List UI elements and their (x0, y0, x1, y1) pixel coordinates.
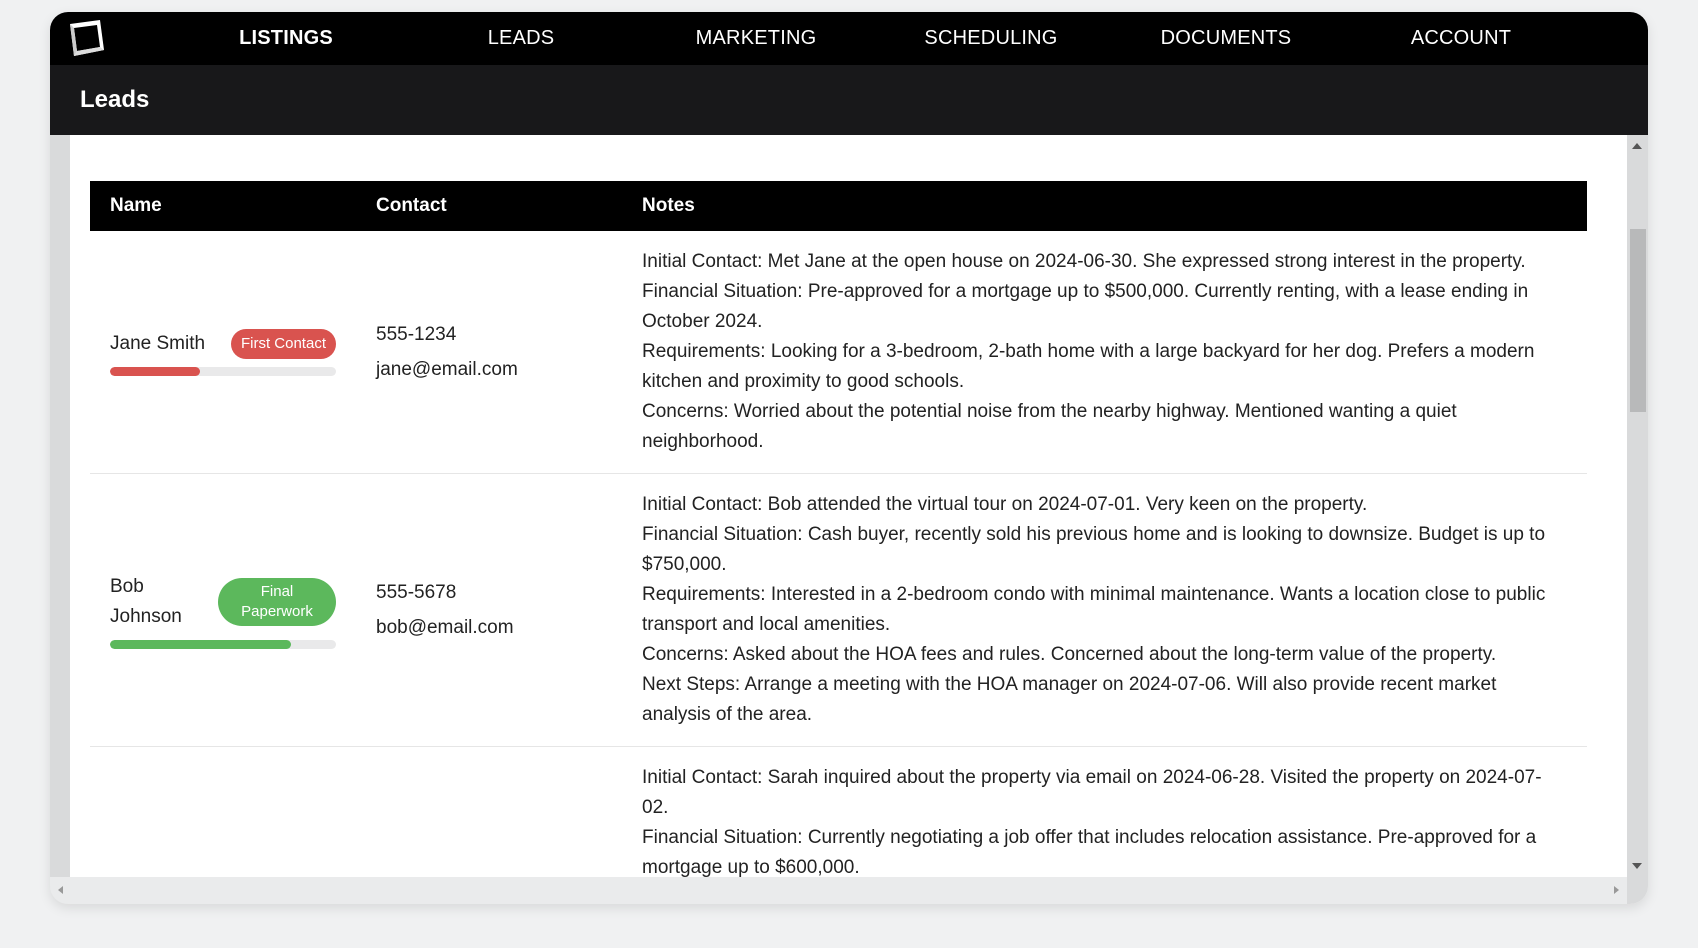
table-row[interactable]: Bob Johnson Final Paperwork 555-5678 bob… (90, 473, 1587, 747)
leads-scroll-viewport[interactable]: Name Contact Notes Jane Smith First Cont… (70, 135, 1627, 877)
lead-notes-cell: Initial Contact: Met Jane at the open ho… (622, 231, 1587, 474)
lead-contact-cell: 555-1234 jane@email.com (356, 231, 622, 474)
note-line: Initial Contact: Met Jane at the open ho… (642, 251, 1526, 272)
note-line: Requirements: Interested in a 2-bedroom … (642, 584, 1546, 635)
note-line: Financial Situation: Currently negotiati… (642, 827, 1537, 877)
lead-name-cell: Jane Smith First Contact (90, 231, 356, 474)
top-navigation: LISTINGS LEADS MARKETING SCHEDULING DOCU… (50, 12, 1648, 65)
lead-contact-cell: 555-5678 bob@email.com (356, 473, 622, 747)
nav-scheduling[interactable]: SCHEDULING (924, 12, 1057, 65)
status-badge: First Contact (230, 328, 336, 359)
lead-name[interactable]: Bob Johnson (110, 572, 190, 632)
vertical-scroll-thumb[interactable] (1630, 229, 1646, 412)
column-header-notes[interactable]: Notes (622, 181, 1587, 231)
scroll-up-icon[interactable] (1632, 143, 1642, 149)
horizontal-scrollbar[interactable] (50, 877, 1627, 904)
note-line: Concerns: Asked about the HOA fees and r… (642, 644, 1497, 665)
leads-table: Name Contact Notes Jane Smith First Cont… (90, 181, 1587, 877)
app-window: LISTINGS LEADS MARKETING SCHEDULING DOCU… (50, 12, 1648, 904)
lead-name[interactable]: Jane Smith (110, 329, 205, 359)
lead-email[interactable]: jane@email.com (376, 352, 602, 387)
status-badge: Final Paperwork (218, 577, 336, 626)
nav-account[interactable]: ACCOUNT (1411, 12, 1511, 65)
nav-documents[interactable]: DOCUMENTS (1161, 12, 1292, 65)
nav-listings[interactable]: LISTINGS (239, 12, 333, 65)
scroll-left-icon[interactable] (58, 886, 63, 894)
lead-progress-fill (110, 366, 201, 376)
column-header-contact[interactable]: Contact (356, 181, 622, 231)
lead-progress-bar (110, 366, 336, 376)
nav-leads[interactable]: LEADS (488, 12, 555, 65)
page-title: Leads (80, 86, 150, 113)
lead-progress-bar (110, 639, 336, 649)
note-line: Initial Contact: Sarah inquired about th… (642, 767, 1542, 818)
note-line: Financial Situation: Pre-approved for a … (642, 281, 1529, 332)
note-line: Financial Situation: Cash buyer, recentl… (642, 524, 1546, 575)
note-line: Concerns: Worried about the potential no… (642, 401, 1457, 452)
table-row[interactable]: Initial Contact: Sarah inquired about th… (90, 746, 1587, 877)
lead-phone[interactable]: 555-1234 (376, 317, 602, 352)
lead-contact-cell (356, 746, 622, 877)
vertical-scrollbar[interactable] (1627, 135, 1648, 877)
note-line: Initial Contact: Bob attended the virtua… (642, 494, 1368, 515)
note-line: Next Steps: Arrange a meeting with the H… (642, 674, 1497, 725)
table-row[interactable]: Jane Smith First Contact 555-1234 jane@e… (90, 231, 1587, 474)
lead-notes-cell: Initial Contact: Sarah inquired about th… (622, 746, 1587, 877)
table-header-row: Name Contact Notes (90, 181, 1587, 231)
logo-icon[interactable] (64, 18, 108, 60)
lead-progress-fill (110, 639, 291, 649)
content-area: Name Contact Notes Jane Smith First Cont… (50, 135, 1648, 904)
lead-notes-cell: Initial Contact: Bob attended the virtua… (622, 473, 1587, 747)
scroll-right-icon[interactable] (1614, 886, 1619, 894)
lead-phone[interactable]: 555-5678 (376, 575, 602, 610)
lead-name-cell: Bob Johnson Final Paperwork (90, 473, 356, 747)
lead-name-cell (90, 746, 356, 877)
column-header-name[interactable]: Name (90, 181, 356, 231)
page-header: Leads (50, 65, 1648, 135)
lead-email[interactable]: bob@email.com (376, 610, 602, 645)
scroll-down-icon[interactable] (1632, 863, 1642, 869)
note-line: Requirements: Looking for a 3-bedroom, 2… (642, 341, 1535, 392)
nav-marketing[interactable]: MARKETING (696, 12, 817, 65)
